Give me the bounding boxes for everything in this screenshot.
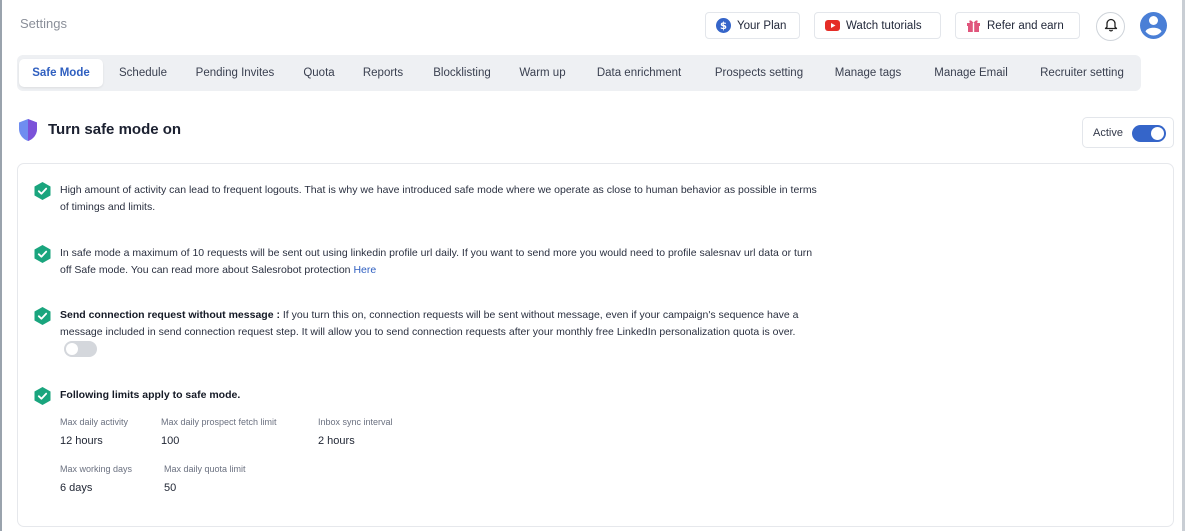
limits-title: Following limits apply to safe mode. [60, 389, 241, 401]
check-icon [34, 387, 51, 405]
safe-mode-toggle[interactable] [1132, 125, 1166, 142]
user-avatar[interactable] [1140, 12, 1167, 39]
tab-safe-mode[interactable]: Safe Mode [19, 59, 103, 87]
max-daily-activity-value: 12 hours [60, 435, 103, 447]
max-prospect-fetch-value: 100 [161, 435, 180, 447]
svg-text:$: $ [720, 21, 727, 32]
top-header: Settings $ Your Plan Watch tutorials Ref… [4, 0, 1179, 50]
watch-tutorials-label: Watch tutorials [846, 19, 922, 32]
tab-prospects-setting[interactable]: Prospects setting [703, 59, 815, 87]
inbox-sync-value: 2 hours [318, 435, 355, 447]
tab-reports[interactable]: Reports [353, 59, 413, 87]
your-plan-label: Your Plan [737, 19, 787, 32]
info-text-requests: In safe mode a maximum of 10 requests wi… [60, 245, 820, 278]
tab-warm-up[interactable]: Warm up [512, 59, 573, 87]
info-text-connection: Send connection request without message … [60, 307, 820, 358]
section-title: Turn safe mode on [48, 121, 182, 138]
max-working-days-value: 6 days [60, 482, 93, 494]
app-window: Settings $ Your Plan Watch tutorials Ref… [0, 0, 1185, 531]
youtube-icon [825, 18, 840, 33]
check-icon [34, 307, 51, 325]
your-plan-button[interactable]: $ Your Plan [705, 12, 800, 39]
max-prospect-fetch-label: Max daily prospect fetch limit [161, 417, 277, 427]
protection-link[interactable]: Here [353, 264, 376, 276]
status-label: Active [1093, 127, 1123, 139]
connection-title: Send connection request without message … [60, 309, 280, 321]
max-quota-label: Max daily quota limit [164, 464, 246, 474]
toggle-knob [1151, 127, 1164, 140]
watch-tutorials-button[interactable]: Watch tutorials [814, 12, 941, 39]
tab-manage-tags[interactable]: Manage tags [825, 59, 911, 87]
max-working-days-label: Max working days [60, 464, 133, 474]
connection-without-message-toggle[interactable] [64, 341, 97, 358]
user-icon [1140, 10, 1167, 42]
max-quota-value: 50 [164, 482, 177, 494]
dollar-icon: $ [716, 18, 731, 33]
info-text-activity: High amount of activity can lead to freq… [60, 184, 817, 213]
bell-icon [1104, 17, 1118, 37]
max-daily-activity-label: Max daily activity [60, 417, 129, 427]
tab-pending-invites[interactable]: Pending Invites [187, 59, 283, 87]
gift-icon [966, 18, 981, 33]
tab-schedule[interactable]: Schedule [111, 59, 175, 87]
safe-mode-card: High amount of activity can lead to freq… [17, 163, 1174, 527]
refer-and-earn-button[interactable]: Refer and earn [955, 12, 1080, 39]
settings-tabs: Safe Mode Schedule Pending Invites Quota… [17, 55, 1141, 91]
tab-recruiter-setting[interactable]: Recruiter setting [1029, 59, 1135, 87]
requests-text: In safe mode a maximum of 10 requests wi… [60, 247, 813, 276]
tab-data-enrichment[interactable]: Data enrichment [587, 59, 691, 87]
inbox-sync-label: Inbox sync interval [318, 417, 393, 427]
toggle-knob [66, 343, 78, 356]
page-title: Settings [20, 16, 67, 31]
tab-quota[interactable]: Quota [295, 59, 343, 87]
notifications-button[interactable] [1096, 12, 1125, 41]
check-icon [34, 245, 51, 263]
tab-manage-email[interactable]: Manage Email [923, 59, 1019, 87]
safe-mode-status: Active [1082, 117, 1174, 148]
shield-icon [16, 118, 40, 142]
check-icon [34, 182, 51, 200]
tab-blocklisting[interactable]: Blocklisting [422, 59, 502, 87]
refer-and-earn-label: Refer and earn [987, 19, 1064, 32]
